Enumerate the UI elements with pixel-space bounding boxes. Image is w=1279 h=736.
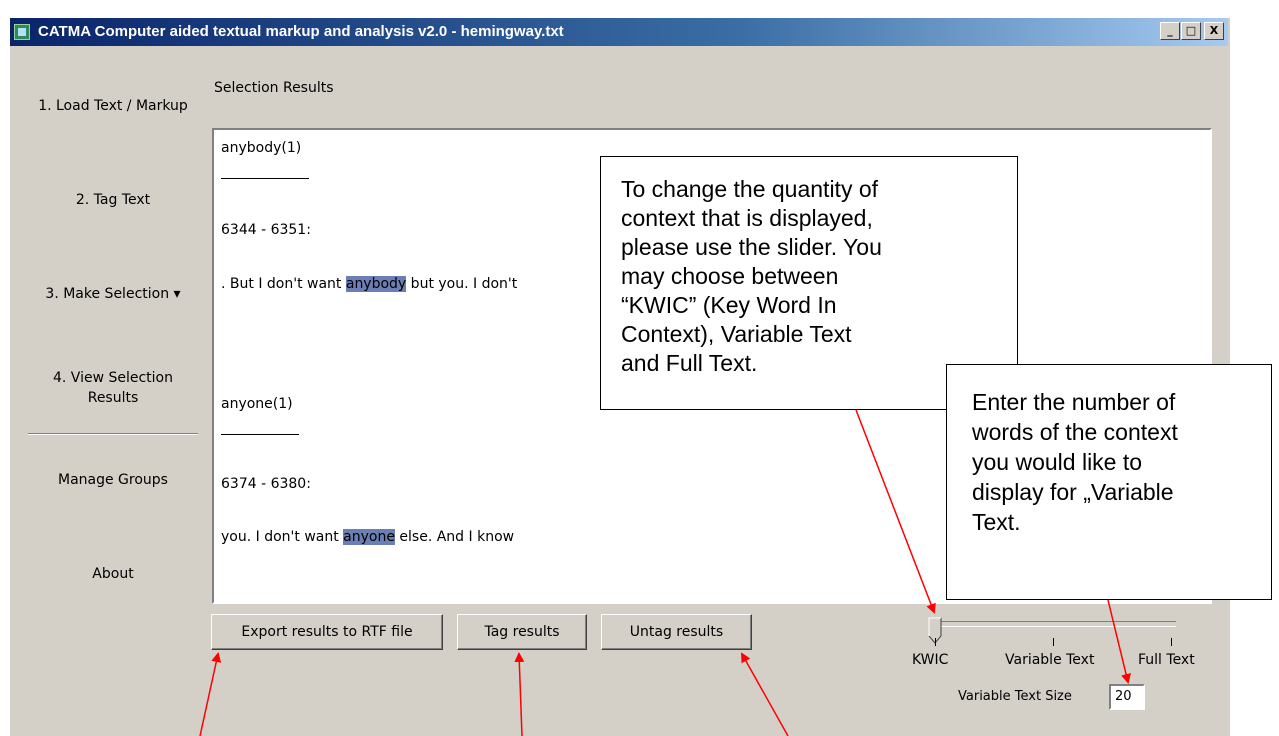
- arrow-to-slider: [855, 409, 936, 614]
- arrow-to-export-button: [199, 652, 222, 736]
- arrow-to-tag-button: [514, 652, 525, 736]
- arrow-to-untag-button: [741, 652, 789, 736]
- arrow-to-size-input: [1107, 599, 1131, 684]
- annotation-arrows: [199, 409, 1131, 736]
